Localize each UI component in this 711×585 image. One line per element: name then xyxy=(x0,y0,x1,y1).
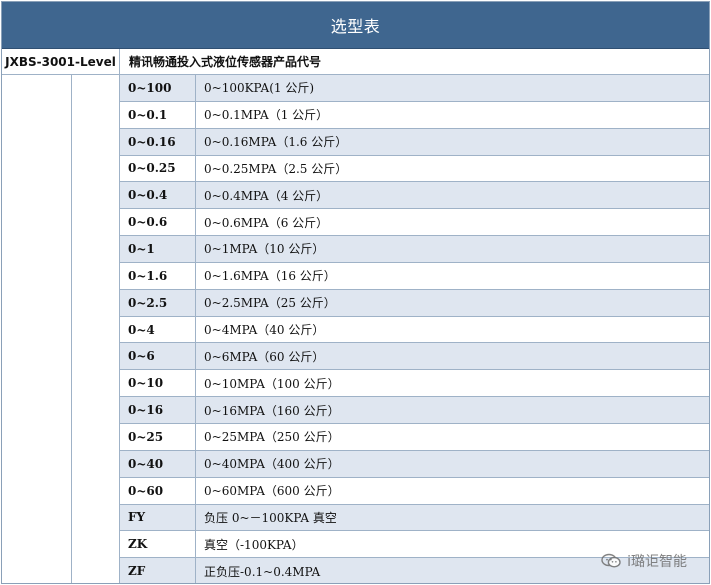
row-description: 0~4MPA（40 公斤） xyxy=(204,323,325,338)
row-code: 0~4 xyxy=(120,316,196,343)
row-description: 真空（-100KPA） xyxy=(204,537,304,552)
row-description: 正负压-0.1~0.4MPA xyxy=(204,564,321,579)
left-sub-block xyxy=(72,75,120,583)
table-row: 0~40 0~40MPA（400 公斤） xyxy=(120,450,709,478)
left-empty-block xyxy=(2,75,72,583)
row-description: 0~0.25MPA（2.5 公斤） xyxy=(204,161,348,176)
row-code: 0~100 xyxy=(120,75,196,101)
model-label: JXBS-3001-Level xyxy=(2,49,120,74)
table-row: 0~25 0~25MPA（250 公斤） xyxy=(120,423,709,451)
row-code: 0~16 xyxy=(120,397,196,423)
table-body: 0~100 0~100KPA(1 公斤) 0~0.1 0~0.1MPA（1 公斤） 0~… xyxy=(2,75,709,583)
table-row: 0~0.1 0~0.1MPA（1 公斤） xyxy=(120,101,709,129)
row-description: 0~16MPA（160 公斤） xyxy=(204,403,340,418)
table-row: 0~100 0~100KPA(1 公斤) xyxy=(120,75,709,102)
row-description: 负压 0~－100KPA 真空 xyxy=(204,510,337,525)
table-row: 0~1.6 0~1.6MPA（16 公斤） xyxy=(120,262,709,290)
row-description: 0~2.5MPA（25 公斤） xyxy=(204,296,336,311)
row-code: 0~1.6 xyxy=(120,262,196,289)
row-description: 0~40MPA（400 公斤） xyxy=(204,457,340,472)
row-code: 0~0.25 xyxy=(120,155,196,182)
table-row: 0~6 0~6MPA（60 公斤） xyxy=(120,343,709,371)
row-code: 0~1 xyxy=(120,236,196,262)
row-code: 0~0.1 xyxy=(120,101,196,128)
row-code: 0~60 xyxy=(120,477,196,504)
table-row: 0~4 0~4MPA（40 公斤） xyxy=(120,316,709,344)
row-description: 0~25MPA（250 公斤） xyxy=(204,430,340,445)
row-code: 0~10 xyxy=(120,370,196,397)
row-code: FY xyxy=(120,504,196,531)
table-row: FY 负压 0~－100KPA 真空 xyxy=(120,504,709,532)
row-description: 0~10MPA（100 公斤） xyxy=(204,376,340,391)
table-row: 0~0.6 0~0.6MPA（6 公斤） xyxy=(120,209,709,237)
row-code: ZF xyxy=(120,558,196,583)
row-code: 0~2.5 xyxy=(120,289,196,316)
table-title-bar: 选型表 xyxy=(2,2,709,49)
table-row: ZF 正负压-0.1~0.4MPA xyxy=(120,558,709,583)
table-row: 0~0.16 0~0.16MPA（1.6 公斤） xyxy=(120,128,709,156)
row-code: 0~6 xyxy=(120,343,196,370)
row-description: 0~1MPA（10 公斤） xyxy=(204,242,325,257)
table-rows: 0~100 0~100KPA(1 公斤) 0~0.1 0~0.1MPA（1 公斤） 0~… xyxy=(120,75,709,583)
selection-table: 选型表 JXBS-3001-Level 精讯畅通投入式液位传感器产品代号 0~1… xyxy=(1,1,710,584)
row-description: 0~100KPA(1 公斤) xyxy=(204,81,315,96)
table-row: 0~0.4 0~0.4MPA（4 公斤） xyxy=(120,182,709,210)
product-code-label: 精讯畅通投入式液位传感器产品代号 xyxy=(129,55,322,69)
row-description: 0~1.6MPA（16 公斤） xyxy=(204,269,336,284)
row-description: 0~0.6MPA（6 公斤） xyxy=(204,215,329,230)
row-description: 0~0.1MPA（1 公斤） xyxy=(204,108,329,123)
table-row: 0~16 0~16MPA（160 公斤） xyxy=(120,397,709,424)
row-code: 0~25 xyxy=(120,423,196,450)
table-row: ZK 真空（-100KPA） xyxy=(120,531,709,559)
table-row: 0~0.25 0~0.25MPA（2.5 公斤） xyxy=(120,155,709,183)
row-code: 0~0.4 xyxy=(120,182,196,209)
table-row: 0~2.5 0~2.5MPA（25 公斤） xyxy=(120,289,709,317)
table-row: 0~1 0~1MPA（10 公斤） xyxy=(120,236,709,263)
table-header-row: JXBS-3001-Level 精讯畅通投入式液位传感器产品代号 xyxy=(2,49,709,75)
table-row: 0~60 0~60MPA（600 公斤） xyxy=(120,477,709,505)
row-code: 0~0.16 xyxy=(120,128,196,155)
row-code: 0~40 xyxy=(120,450,196,477)
row-description: 0~60MPA（600 公斤） xyxy=(204,484,340,499)
row-description: 0~0.4MPA（4 公斤） xyxy=(204,188,329,203)
row-description: 0~0.16MPA（1.6 公斤） xyxy=(204,135,348,150)
table-title: 选型表 xyxy=(330,17,381,36)
row-description: 0~6MPA（60 公斤） xyxy=(204,349,325,364)
table-row: 0~10 0~10MPA（100 公斤） xyxy=(120,370,709,398)
row-code: 0~0.6 xyxy=(120,209,196,236)
row-code: ZK xyxy=(120,531,196,558)
